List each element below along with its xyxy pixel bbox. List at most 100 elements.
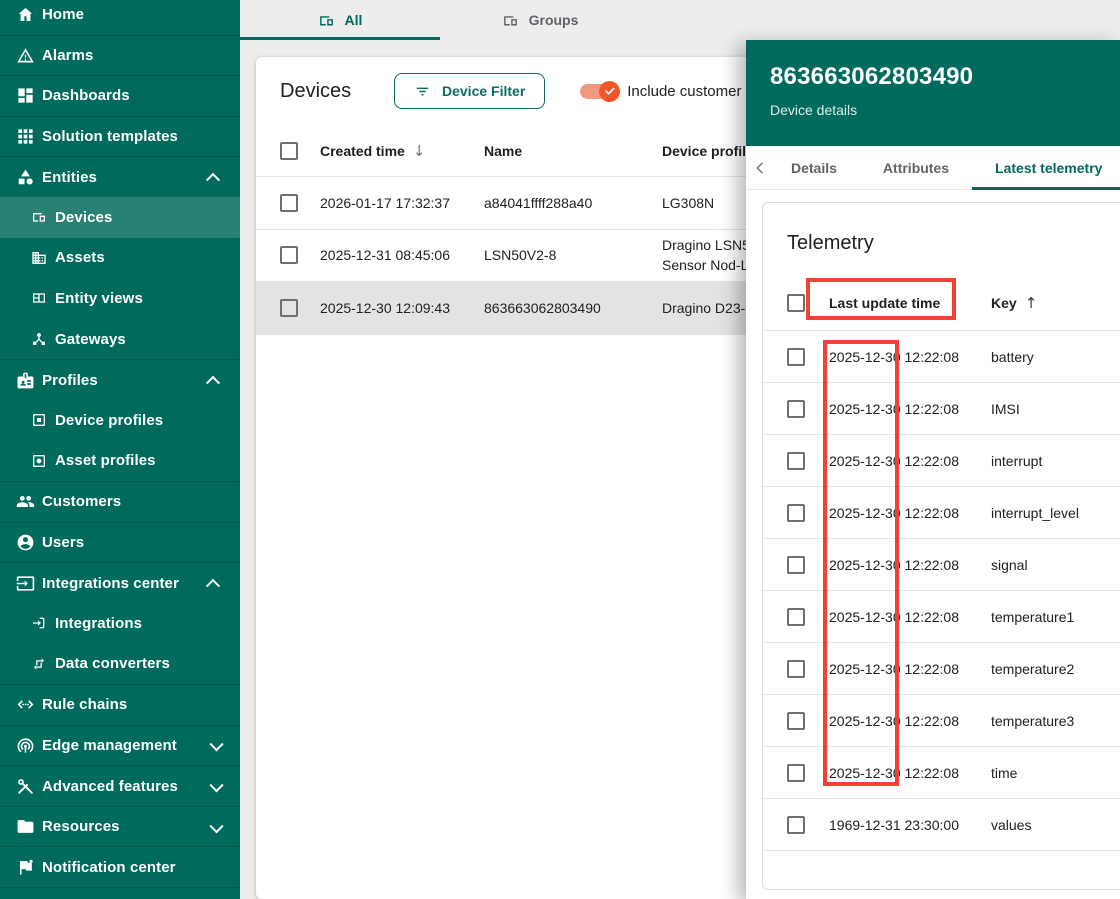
sidebar-bottom-divider bbox=[0, 887, 240, 899]
sidebar-item-data-converters[interactable]: Data converters bbox=[0, 644, 240, 685]
toggle-knob bbox=[599, 81, 620, 102]
row-checkbox[interactable] bbox=[787, 400, 805, 418]
created-time-cell: 2025-12-31 08:45:06 bbox=[320, 247, 484, 263]
sidebar-item-entities[interactable]: Entities bbox=[0, 156, 240, 197]
sidebar-item-integrations[interactable]: Integrations bbox=[0, 603, 240, 644]
sort-asc-icon: ↑ bbox=[1025, 294, 1038, 312]
row-checkbox[interactable] bbox=[787, 764, 805, 782]
device-filter-button[interactable]: Device Filter bbox=[394, 73, 545, 109]
row-checkbox[interactable] bbox=[787, 660, 805, 678]
name-cell: LSN50V2-8 bbox=[484, 247, 662, 263]
telemetry-row[interactable]: 1969-12-31 23:30:00 values bbox=[763, 799, 1120, 851]
tab-latest-telemetry[interactable]: Latest telemetry bbox=[972, 146, 1120, 189]
tab-details[interactable]: Details bbox=[768, 146, 860, 189]
sidebar-item-profiles[interactable]: Profiles bbox=[0, 359, 240, 400]
chevron-down-icon bbox=[209, 738, 223, 752]
telemetry-row[interactable]: 2025-12-30 12:22:08 time bbox=[763, 747, 1120, 799]
sidebar-item-label: Device profiles bbox=[55, 412, 163, 429]
sidebar-item-label: Entities bbox=[42, 169, 97, 186]
row-checkbox[interactable] bbox=[787, 816, 805, 834]
sidebar-item-devices[interactable]: Devices bbox=[0, 197, 240, 238]
sidebar-item-alarms[interactable]: Alarms bbox=[0, 35, 240, 76]
created-time-cell: 2025-12-30 12:09:43 bbox=[320, 300, 484, 316]
solution-templates-icon bbox=[16, 127, 35, 146]
sidebar-item-customers[interactable]: Customers bbox=[0, 481, 240, 522]
row-checkbox[interactable] bbox=[280, 246, 298, 264]
last-update-time-cell: 2025-12-30 12:22:08 bbox=[829, 453, 991, 469]
sidebar-item-assets[interactable]: Assets bbox=[0, 238, 240, 279]
assets-icon bbox=[29, 248, 48, 267]
last-update-time-cell: 1969-12-31 23:30:00 bbox=[829, 817, 991, 833]
telemetry-select-all-checkbox[interactable] bbox=[787, 294, 805, 312]
notification-center-icon bbox=[16, 858, 35, 877]
sidebar-item-label: Customers bbox=[42, 493, 121, 510]
chevron-up-icon bbox=[206, 579, 220, 593]
key-cell: temperature3 bbox=[991, 713, 1120, 729]
column-header-last-update-time[interactable]: Last update time bbox=[829, 295, 991, 311]
telemetry-title: Telemetry bbox=[763, 203, 1120, 276]
key-cell: temperature2 bbox=[991, 661, 1120, 677]
telemetry-table-header: Last update time Key ↑ bbox=[763, 276, 1120, 331]
data-converters-icon bbox=[29, 654, 48, 673]
sidebar-item-gateways[interactable]: Gateways bbox=[0, 319, 240, 360]
telemetry-table-body: 2025-12-30 12:22:08 battery 2025-12-30 1… bbox=[763, 331, 1120, 851]
key-cell: temperature1 bbox=[991, 609, 1120, 625]
telemetry-row[interactable]: 2025-12-30 12:22:08 temperature3 bbox=[763, 695, 1120, 747]
chevron-left-icon bbox=[752, 160, 768, 176]
sidebar-item-users[interactable]: Users bbox=[0, 522, 240, 563]
dashboards-icon bbox=[16, 86, 35, 105]
sidebar-item-label: Dashboards bbox=[42, 87, 130, 104]
telemetry-row[interactable]: 2025-12-30 12:22:08 signal bbox=[763, 539, 1120, 591]
last-update-time-cell: 2025-12-30 12:22:08 bbox=[829, 661, 991, 677]
tabs-scroll-left-button[interactable] bbox=[752, 146, 768, 189]
sidebar-item-rule-chains[interactable]: Rule chains bbox=[0, 684, 240, 725]
filter-icon bbox=[414, 83, 431, 100]
alarms-icon bbox=[16, 46, 35, 65]
column-header-key[interactable]: Key ↑ bbox=[991, 294, 1120, 312]
tab-attributes[interactable]: Attributes bbox=[860, 146, 972, 189]
sidebar-item-home[interactable]: Home bbox=[0, 0, 240, 35]
sidebar-item-label: Asset profiles bbox=[55, 452, 156, 469]
telemetry-row[interactable]: 2025-12-30 12:22:08 IMSI bbox=[763, 383, 1120, 435]
select-all-checkbox[interactable] bbox=[280, 142, 298, 160]
sidebar-item-solution-templates[interactable]: Solution templates bbox=[0, 116, 240, 157]
column-header-created-time[interactable]: Created time ↓ bbox=[320, 142, 484, 160]
profiles-icon bbox=[16, 371, 35, 390]
tab-groups[interactable]: Groups bbox=[440, 0, 640, 40]
row-checkbox[interactable] bbox=[280, 299, 298, 317]
column-header-name[interactable]: Name bbox=[484, 143, 662, 159]
row-checkbox[interactable] bbox=[787, 712, 805, 730]
telemetry-row[interactable]: 2025-12-30 12:22:08 interrupt bbox=[763, 435, 1120, 487]
sidebar-item-dashboards[interactable]: Dashboards bbox=[0, 75, 240, 116]
sidebar-item-device-profiles[interactable]: Device profiles bbox=[0, 400, 240, 441]
sidebar-item-entity-views[interactable]: Entity views bbox=[0, 278, 240, 319]
sidebar-item-label: Alarms bbox=[42, 47, 93, 64]
sidebar-item-label: Solution templates bbox=[42, 128, 178, 145]
sidebar-item-asset-profiles[interactable]: Asset profiles bbox=[0, 441, 240, 482]
entity-tabbar: All Groups bbox=[240, 0, 1120, 40]
tab-all[interactable]: All bbox=[240, 0, 440, 40]
row-checkbox[interactable] bbox=[787, 608, 805, 626]
telemetry-row[interactable]: 2025-12-30 12:22:08 battery bbox=[763, 331, 1120, 383]
sidebar-item-notification-center[interactable]: Notification center bbox=[0, 846, 240, 887]
resources-icon bbox=[16, 817, 35, 836]
row-checkbox[interactable] bbox=[280, 194, 298, 212]
check-icon bbox=[604, 85, 616, 97]
row-checkbox[interactable] bbox=[787, 556, 805, 574]
sidebar: Home Alarms Dashboards Solution templates En… bbox=[0, 0, 240, 899]
sidebar-item-resources[interactable]: Resources bbox=[0, 806, 240, 847]
include-customer-entities-toggle[interactable] bbox=[580, 84, 617, 99]
sidebar-item-advanced-features[interactable]: Advanced features bbox=[0, 765, 240, 806]
advanced-features-icon bbox=[16, 777, 35, 796]
row-checkbox[interactable] bbox=[787, 348, 805, 366]
sidebar-item-edge-management[interactable]: Edge management bbox=[0, 725, 240, 766]
sidebar-item-label: Home bbox=[42, 6, 84, 23]
telemetry-row[interactable]: 2025-12-30 12:22:08 interrupt_level bbox=[763, 487, 1120, 539]
row-checkbox[interactable] bbox=[787, 452, 805, 470]
chevron-down-icon bbox=[209, 778, 223, 792]
last-update-time-cell: 2025-12-30 12:22:08 bbox=[829, 401, 991, 417]
telemetry-row[interactable]: 2025-12-30 12:22:08 temperature2 bbox=[763, 643, 1120, 695]
telemetry-row[interactable]: 2025-12-30 12:22:08 temperature1 bbox=[763, 591, 1120, 643]
sidebar-item-integrations-center[interactable]: Integrations center bbox=[0, 562, 240, 603]
row-checkbox[interactable] bbox=[787, 504, 805, 522]
